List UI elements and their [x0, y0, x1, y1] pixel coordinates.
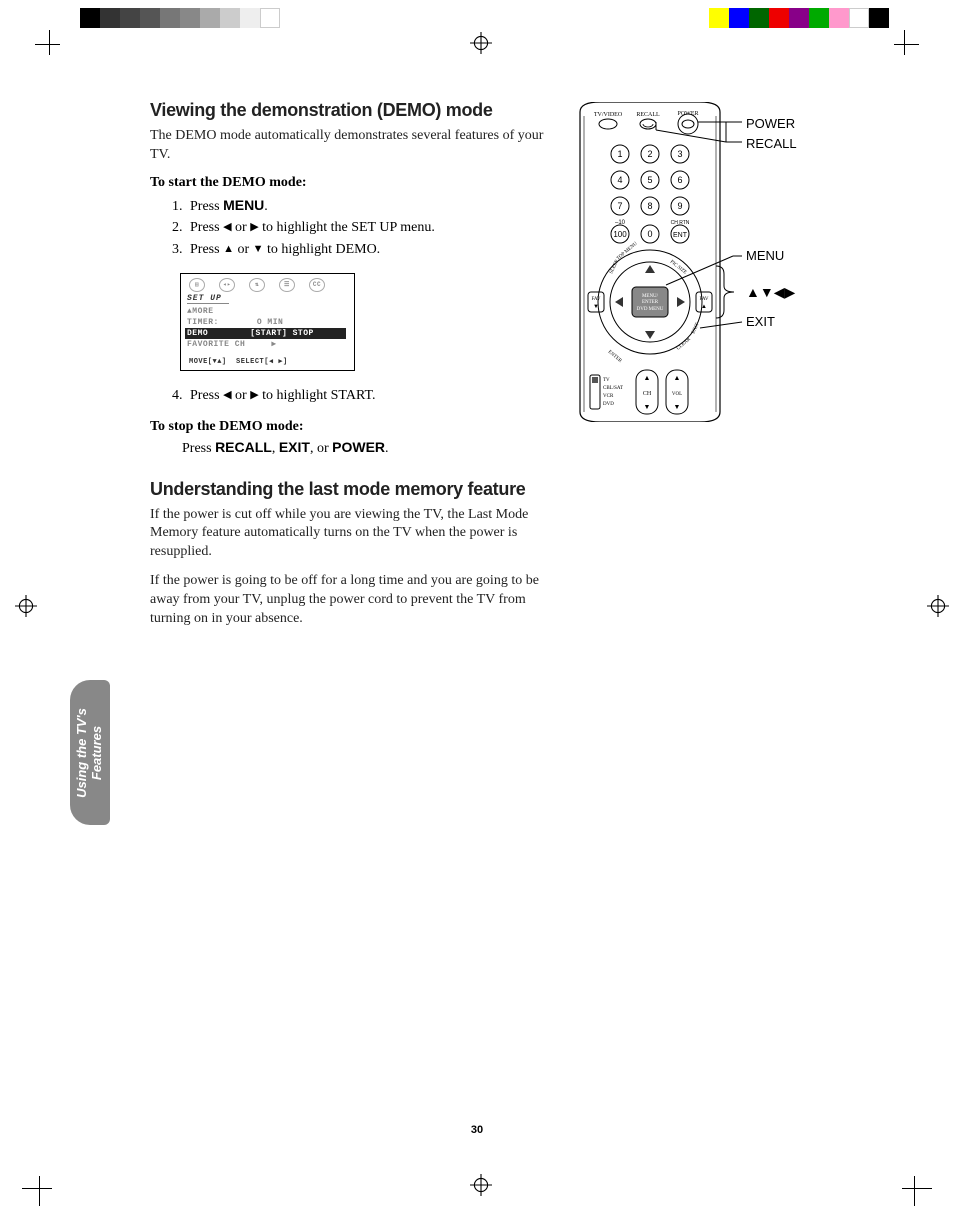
lastmode-p1: If the power is cut off while you are vi… [150, 506, 550, 563]
crop-mark-bl [22, 1171, 57, 1206]
heading-demo: Viewing the demonstration (DEMO) mode [150, 100, 550, 121]
section-tab: Using the TV's Features [70, 680, 110, 825]
color-bars-left [80, 8, 280, 28]
picture-menu-icon: ▤ [189, 278, 205, 292]
left-arrow-icon: ◀ [223, 389, 231, 401]
registration-mark-right [927, 595, 949, 617]
callout-recall: RECALL [746, 136, 797, 151]
stop-demo-label: To stop the DEMO mode: [150, 419, 550, 435]
recall-key: RECALL [215, 439, 272, 455]
page-content: Viewing the demonstration (DEMO) mode Th… [150, 100, 850, 639]
up-arrow-icon: ▲ [223, 243, 234, 255]
tab-label: Using the TV's Features [75, 708, 105, 798]
registration-mark-bottom [470, 1174, 492, 1196]
crop-mark-tr [889, 30, 919, 60]
registration-mark-top [470, 32, 492, 54]
demo-intro: The DEMO mode automatically demonstrates… [150, 127, 550, 165]
setup-footer: MOVE[▼▲] SELECT[◀ ▶] [189, 357, 288, 366]
setup-title: SET UP [187, 294, 229, 304]
callout-power: POWER [746, 116, 795, 131]
color-bars-right [709, 8, 889, 28]
remote-callouts [570, 100, 850, 430]
right-arrow-icon: ▶ [250, 389, 258, 401]
audio-menu-icon: ◂▸ [219, 278, 235, 292]
step-4: Press ◀ or ▶ to highlight START. [186, 385, 550, 407]
more-row: ▲MORE [187, 306, 348, 317]
demo-row: DEMO[START] STOP [185, 328, 346, 339]
page-number: 30 [0, 1124, 954, 1136]
callout-arrows: ▲▼◀▶ [746, 284, 795, 301]
crop-mark-tl [35, 30, 65, 60]
power-key: POWER [332, 439, 385, 455]
step-1: Press MENU. [186, 195, 550, 218]
favorite-row: FAVORITE CH▶ [187, 339, 348, 350]
step-2: Press ◀ or ▶ to highlight the SET UP men… [186, 217, 550, 239]
lastmode-p2: If the power is going to be off for a lo… [150, 572, 550, 629]
exit-key: EXIT [279, 439, 310, 455]
start-demo-label: To start the DEMO mode: [150, 175, 550, 191]
stop-demo-text: Press RECALL, EXIT, or POWER. [182, 439, 550, 457]
timer-row: TIMER:O MIN [187, 317, 348, 328]
start-steps-continued: Press ◀ or ▶ to highlight START. [186, 385, 550, 407]
step-3: Press ▲ or ▼ to highlight DEMO. [186, 239, 550, 261]
left-arrow-icon: ◀ [223, 221, 231, 233]
cc-menu-icon: CC [309, 278, 325, 292]
menu-key: MENU [223, 197, 264, 213]
callout-menu: MENU [746, 248, 784, 263]
lock-menu-icon: ☰ [279, 278, 295, 292]
crop-mark-br [897, 1171, 932, 1206]
setup-menu-screenshot: ▤ ◂▸ ⇅ ☰ CC SET UP ▲MORE TIMER:O MIN DEM… [180, 273, 355, 371]
registration-mark-left [15, 595, 37, 617]
heading-lastmode: Understanding the last mode memory featu… [150, 479, 550, 500]
start-steps: Press MENU. Press ◀ or ▶ to highlight th… [186, 195, 550, 261]
right-arrow-icon: ▶ [250, 221, 258, 233]
menu-icon-row: ▤ ◂▸ ⇅ ☰ CC [187, 278, 348, 292]
setup-menu-icon: ⇅ [249, 278, 265, 292]
callout-exit: EXIT [746, 314, 775, 329]
main-column: Viewing the demonstration (DEMO) mode Th… [150, 100, 550, 639]
down-arrow-icon: ▼ [253, 243, 264, 255]
